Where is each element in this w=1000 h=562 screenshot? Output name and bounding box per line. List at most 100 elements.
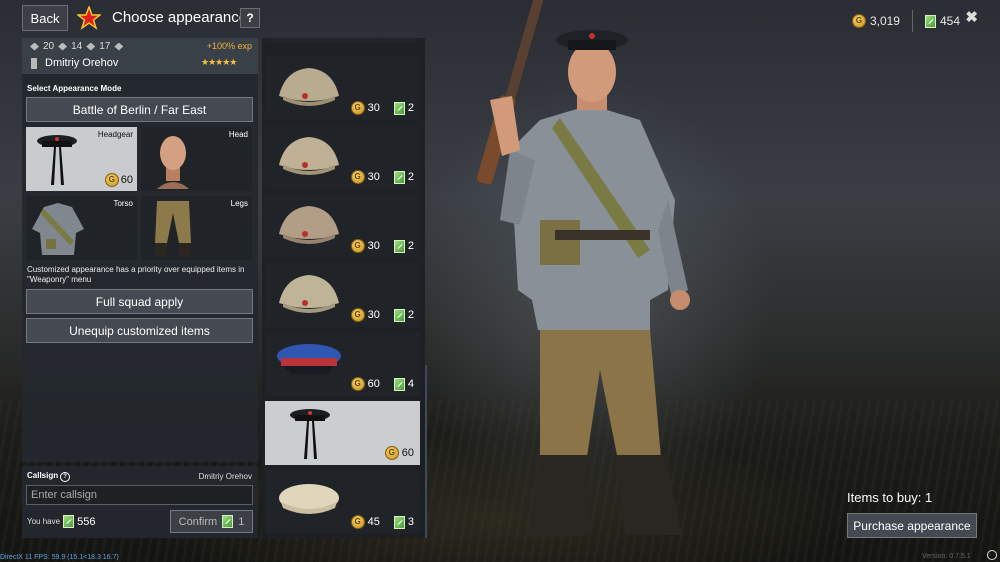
gold-coin-icon: G (350, 239, 365, 253)
item-price: G 60 4 (350, 377, 414, 391)
item-ticket-price: 2 (407, 102, 414, 114)
list-item[interactable]: G 30 2 (265, 263, 420, 327)
slot-torso[interactable]: Torso (26, 196, 137, 260)
list-item[interactable]: G 45 3 (265, 470, 420, 534)
heart-icon (86, 42, 96, 51)
item-gold-price: 30 (367, 171, 380, 183)
slot-head[interactable]: Head (141, 127, 252, 191)
slot-label: Legs (230, 199, 248, 208)
item-price: G 60 (384, 446, 414, 460)
trousers-icon (155, 201, 191, 257)
callsign-label: Callsign? (27, 471, 71, 482)
gold-coin-icon: G (350, 170, 365, 184)
item-gold-price: 60 (401, 447, 414, 459)
gold-amount: 3,019 (869, 14, 900, 28)
appearance-mode-button[interactable]: Battle of Berlin / Far East (26, 97, 253, 122)
item-price: G 30 2 (350, 239, 414, 253)
purchase-appearance-button[interactable]: Purchase appearance (847, 513, 977, 538)
gold-coin-icon: G (851, 14, 866, 28)
callsign-label-text: Callsign (27, 471, 59, 480)
list-scrollbar[interactable] (425, 365, 427, 538)
currency-divider (911, 10, 913, 32)
pilotka-cap-icon (279, 68, 339, 106)
perk-icon (114, 42, 124, 51)
soldier-rating: ★★★★★ (201, 57, 237, 67)
naval-cap-icon (290, 409, 330, 459)
slot-price-value: 60 (120, 174, 133, 186)
head-portrait-icon (157, 136, 189, 189)
callsign-input[interactable] (26, 485, 253, 505)
item-gold-price: 60 (367, 378, 380, 390)
item-price: G 30 2 (350, 101, 414, 115)
exp-bonus: +100% exp (206, 41, 252, 51)
soldier-preview[interactable] (440, 0, 720, 550)
ticket-icon (393, 239, 405, 253)
you-have-balance: You have 556 (27, 515, 95, 528)
slot-headgear[interactable]: Headgear G 60 (26, 127, 137, 191)
item-price: G 45 3 (350, 515, 414, 529)
headgear-item-list[interactable]: G 30 2 G 30 2 G 30 2 G 30 2 G 60 4 G 60 … (262, 38, 425, 538)
nkvd-cap-icon (277, 344, 341, 374)
ticket-icon (63, 515, 75, 528)
list-item[interactable]: G 30 2 (265, 194, 420, 258)
item-ticket-price: 3 (407, 516, 414, 528)
stat-value: 20 (43, 41, 55, 52)
items-to-buy: Items to buy: 1 (847, 490, 933, 505)
gold-coin-icon: G (350, 515, 365, 529)
confirm-label: Confirm (178, 515, 218, 528)
gold-coin-icon: G (350, 101, 365, 115)
ticket-icon (393, 101, 405, 115)
stat-value: 14 (71, 41, 83, 52)
confirm-cost: 1 (238, 515, 245, 528)
rifle-icon (30, 42, 39, 51)
ticket-icon (393, 377, 405, 391)
ticket-icon (924, 14, 936, 28)
back-button[interactable]: Back (22, 5, 68, 31)
slot-legs[interactable]: Legs (141, 196, 252, 260)
slot-label: Torso (113, 199, 133, 208)
rank-icon (31, 58, 37, 69)
ticket-icon (222, 515, 234, 528)
list-item[interactable]: G 30 2 (265, 125, 420, 189)
slot-label: Headgear (97, 130, 133, 139)
boot-icon (58, 42, 68, 51)
item-ticket-price: 4 (407, 378, 414, 390)
naval-cap-icon (37, 135, 77, 185)
item-gold-price: 30 (367, 240, 380, 252)
ticket-icon (393, 308, 405, 322)
you-have-label: You have (27, 517, 61, 526)
pilotka-cap-icon (279, 275, 339, 313)
tunic-icon (32, 203, 84, 255)
slot-price: G 60 (104, 173, 133, 187)
list-item-partial[interactable] (265, 38, 420, 42)
help-button[interactable]: ? (240, 8, 260, 28)
confirm-callsign-button[interactable]: Confirm 1 (170, 510, 253, 533)
fps-counter: DirectX 11 FPS: 59.9 (15.1<18.3 16.7) (0, 554, 119, 561)
list-item-selected[interactable]: G 60 (265, 401, 420, 465)
mode-label: Select Appearance Mode (27, 84, 122, 93)
full-squad-apply-button[interactable]: Full squad apply (26, 289, 253, 314)
pilotka-cap-icon (279, 206, 339, 244)
you-have-amount: 556 (77, 515, 96, 528)
item-price: G 30 2 (350, 170, 414, 184)
pilotka-cap-icon (279, 137, 339, 175)
callsign-current-name: Dmitriy Orehov (198, 472, 252, 481)
ticket-icon (393, 515, 405, 529)
stat-value: 17 (99, 41, 111, 52)
gold-coin-icon: G (104, 173, 119, 187)
power-icon[interactable] (987, 550, 997, 560)
currency-display: G 3,019 454 (851, 10, 960, 32)
close-icon[interactable]: ✖ (965, 8, 978, 26)
list-item[interactable]: G 60 4 (265, 332, 420, 396)
list-item[interactable]: G 30 2 (265, 56, 420, 120)
tickets-amount: 454 (939, 14, 960, 28)
gold-coin-icon: G (350, 377, 365, 391)
item-gold-price: 30 (367, 309, 380, 321)
item-gold-price: 30 (367, 102, 380, 114)
priority-note: Customized appearance has a priority ove… (27, 265, 245, 284)
gold-coin-icon: G (384, 446, 399, 460)
light-cap-icon (279, 484, 339, 514)
unequip-customized-button[interactable]: Unequip customized items (26, 318, 253, 343)
help-icon[interactable]: ? (60, 472, 71, 482)
slot-label: Head (228, 130, 248, 139)
